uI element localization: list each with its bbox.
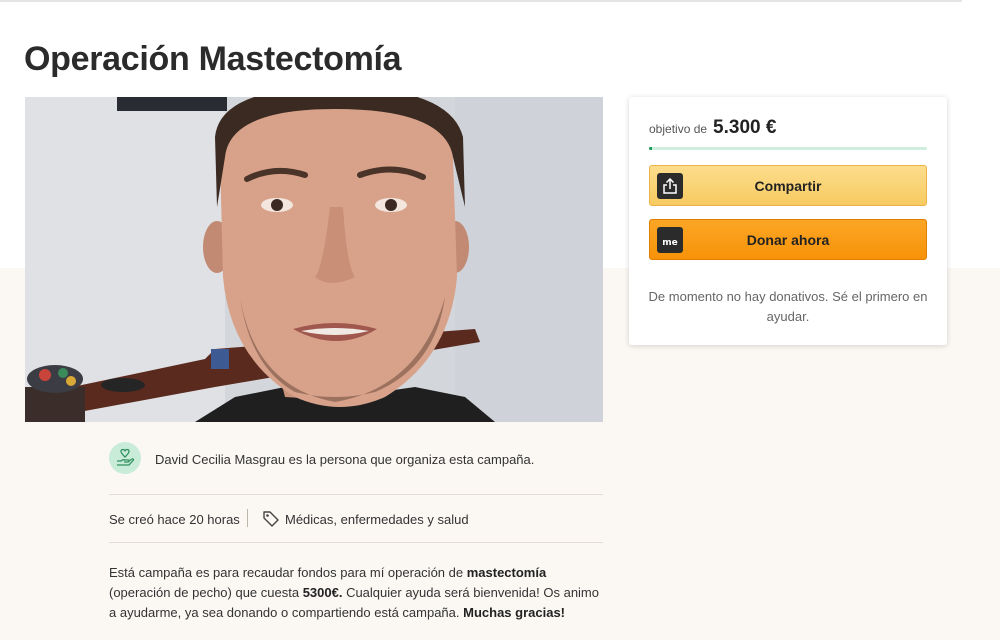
meta-separator: [247, 509, 248, 527]
tag-icon: [262, 510, 280, 533]
me-logo-icon: me: [657, 227, 683, 253]
goal-row: objetivo de 5.300 €: [649, 117, 776, 139]
description-bold-3: Muchas gracias!: [463, 605, 565, 620]
no-donations-message: De momento no hay donativos. Sé el prime…: [648, 289, 928, 324]
goal-amount: 5.300 €: [713, 117, 777, 138]
progress-bar: [649, 147, 927, 150]
share-button[interactable]: Compartir: [649, 165, 927, 206]
description-bold-2: 5300€.: [302, 585, 343, 600]
section-divider-top: [109, 494, 603, 495]
description-text-2: (operación de pecho) que cuesta: [109, 585, 303, 600]
goal-label: objetivo de: [649, 122, 708, 136]
description-bold-1: mastectomía: [466, 565, 547, 580]
organizer-text: David Cecilia Masgrau es la persona que …: [155, 452, 535, 467]
category-link[interactable]: Médicas, enfermedades y salud: [285, 512, 469, 527]
campaign-description: Está campaña es para recaudar fondos par…: [109, 563, 605, 623]
created-time: Se creó hace 20 horas: [109, 512, 240, 527]
me-logo-text: me: [662, 238, 678, 248]
description-text-1: Está campaña es para recaudar fondos par…: [109, 565, 467, 580]
share-button-label: Compartir: [754, 177, 822, 194]
donate-button-label: Donar ahora: [746, 231, 830, 248]
campaign-photo: [25, 97, 603, 422]
donation-card: objetivo de 5.300 € Compartir me Donar a…: [629, 97, 947, 345]
share-upload-icon: [657, 173, 683, 199]
donate-button[interactable]: me Donar ahora: [649, 219, 927, 260]
progress-bar-fill: [649, 147, 652, 150]
page-title: Operación Mastectomía: [24, 40, 402, 78]
header-divider: [0, 0, 962, 2]
organizer-heart-hand-icon: [109, 442, 141, 474]
section-divider-bottom: [109, 542, 603, 543]
